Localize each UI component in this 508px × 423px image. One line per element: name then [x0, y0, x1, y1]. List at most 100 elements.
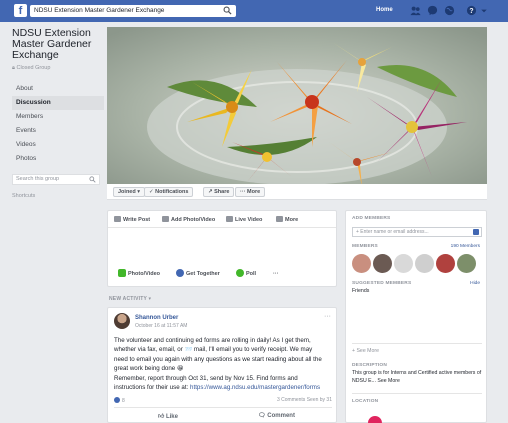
- joined-button[interactable]: Joined ▾: [113, 187, 146, 197]
- member-avatar[interactable]: [373, 254, 392, 273]
- member-avatar[interactable]: [415, 254, 434, 273]
- member-avatar[interactable]: [394, 254, 413, 273]
- search-input[interactable]: NDSU Extension Master Gardener Exchange: [30, 5, 236, 17]
- tab-live-video-label: Live Video: [235, 217, 263, 223]
- forms-link[interactable]: https://www.ag.ndsu.edu/mastergardener/f…: [190, 384, 320, 391]
- post-line: instructions for their use at: https://w…: [114, 383, 336, 392]
- suggested-type: Friends: [352, 288, 370, 294]
- get-together-label: Get Together: [186, 271, 220, 277]
- group-action-bar: Joined ▾ ✓ Notifications ↗ Share ··· Mor…: [107, 184, 487, 200]
- nav-item-about[interactable]: About: [12, 82, 104, 96]
- composer-divider: [108, 227, 336, 228]
- photo-video-button[interactable]: Photo/Video: [118, 268, 160, 280]
- left-sidebar: NDSU Extension Master Gardener Exchange …: [12, 28, 104, 199]
- search-icon[interactable]: [223, 6, 232, 15]
- like-count[interactable]: 8: [114, 397, 125, 404]
- nav-item-photos[interactable]: Photos: [12, 152, 104, 166]
- sidebar-divider: [352, 343, 482, 344]
- poll-button[interactable]: Poll: [236, 268, 256, 280]
- member-avatar[interactable]: [457, 254, 476, 273]
- group-privacy: 🔒︎ Closed Group: [12, 65, 104, 72]
- messenger-icon[interactable]: [427, 5, 438, 16]
- nav-item-members[interactable]: Members: [12, 110, 104, 124]
- tab-more-label: More: [285, 217, 299, 223]
- like-button[interactable]: 👍︎ Like: [158, 412, 178, 420]
- photo-video-label: Photo/Video: [128, 271, 160, 277]
- composer-more-button[interactable]: ···: [273, 268, 279, 280]
- group-nav: About Discussion Members Events Videos P…: [12, 82, 104, 166]
- group-privacy-label: Closed Group: [16, 65, 51, 71]
- location-heading: LOCATION: [352, 399, 379, 404]
- get-together-button[interactable]: Get Together: [176, 268, 220, 280]
- add-member-icon[interactable]: [473, 229, 479, 235]
- tab-write-post-label: Write Post: [123, 217, 151, 223]
- comment-button-label: Comment: [267, 413, 295, 419]
- nav-item-videos[interactable]: Videos: [12, 138, 104, 152]
- add-members-placeholder: + Enter name or email address...: [356, 229, 429, 235]
- like-reaction-icon: [114, 397, 120, 403]
- members-heading: MEMBERS: [352, 244, 378, 249]
- member-avatar[interactable]: [352, 254, 371, 273]
- tab-more[interactable]: More: [276, 216, 298, 223]
- post-timestamp[interactable]: October 16 at 11:57 AM: [135, 323, 187, 329]
- comments-seen-count[interactable]: 3 Comments Seen by 31: [277, 397, 332, 403]
- globe-icon[interactable]: [444, 5, 455, 16]
- post-instructions-text: instructions for their use at:: [114, 384, 189, 392]
- grid-icon: [276, 216, 283, 222]
- members-count-link[interactable]: 190 Members: [451, 244, 480, 249]
- nav-item-discussion[interactable]: Discussion: [12, 96, 104, 110]
- avatar[interactable]: [114, 313, 130, 329]
- share-button[interactable]: ↗ Share: [203, 187, 235, 197]
- photo-video-icon: [118, 269, 126, 277]
- tab-add-photo-video[interactable]: Add Photo/Video: [162, 216, 215, 223]
- suggested-members-heading: SUGGESTED MEMBERS: [352, 281, 412, 286]
- poll-label: Poll: [246, 271, 257, 277]
- post-line: need to email you again with any questio…: [114, 355, 322, 363]
- comment-button[interactable]: 🗨︎ Comment: [258, 412, 295, 419]
- poll-icon: [236, 269, 244, 277]
- group-search-placeholder: Search this group: [16, 176, 60, 182]
- hide-suggested-link[interactable]: Hide: [470, 281, 480, 286]
- dropdown-icon[interactable]: [480, 5, 488, 16]
- pencil-icon: [114, 216, 121, 222]
- tab-live-video[interactable]: Live Video: [226, 216, 262, 223]
- nav-item-events[interactable]: Events: [12, 124, 104, 138]
- lock-icon: 🔒︎: [12, 65, 15, 71]
- facebook-logo[interactable]: f: [14, 4, 27, 17]
- shortcuts-heading: Shortcuts: [12, 193, 36, 199]
- photo-icon: [162, 216, 169, 222]
- search-input-text: NDSU Extension Master Gardener Exchange: [34, 7, 165, 14]
- feed-sort-heading[interactable]: NEW ACTIVITY ▾: [109, 296, 151, 302]
- see-more-link[interactable]: + See More: [352, 348, 482, 356]
- thumbs-up-icon: 👍︎: [158, 414, 165, 420]
- post-composer[interactable]: Write Post Add Photo/Video Live Video Mo…: [107, 210, 337, 287]
- search-icon[interactable]: [89, 176, 96, 183]
- member-avatar[interactable]: [436, 254, 455, 273]
- cover-photo[interactable]: [107, 27, 487, 184]
- group-name[interactable]: NDSU Extension Master Gardener Exchange: [12, 28, 104, 61]
- friends-icon[interactable]: [410, 5, 421, 16]
- home-link[interactable]: Home: [376, 7, 393, 13]
- feed-post: Shannon Urber October 16 at 11:57 AM ···…: [107, 307, 337, 423]
- add-members-input[interactable]: + Enter name or email address...: [352, 227, 482, 237]
- tab-add-photo-video-label: Add Photo/Video: [171, 217, 216, 223]
- tab-write-post[interactable]: Write Post: [114, 216, 150, 223]
- notifications-button[interactable]: ✓ Notifications: [144, 187, 194, 197]
- more-button[interactable]: ··· More: [235, 187, 266, 197]
- help-icon[interactable]: ?: [466, 5, 477, 16]
- post-options-button[interactable]: ···: [324, 313, 331, 320]
- top-navigation-bar: f NDSU Extension Master Gardener Exchang…: [0, 0, 508, 22]
- svg-text:?: ?: [469, 8, 473, 15]
- post-author[interactable]: Shannon Urber: [135, 315, 178, 321]
- description-heading: DESCRIPTION: [352, 363, 387, 368]
- sidebar-divider: [352, 393, 482, 394]
- group-search-input[interactable]: Search this group: [12, 174, 100, 185]
- like-button-label: Like: [165, 414, 178, 420]
- flowers-cover-image: [107, 27, 487, 184]
- post-divider: [114, 407, 332, 408]
- post-line: The volunteer and continuing ed forms ar…: [114, 337, 311, 344]
- post-line: Remember, report through Oct 31, send by…: [114, 374, 298, 382]
- location-pin-icon[interactable]: [365, 413, 385, 423]
- right-sidebar: ADD MEMBERS + Enter name or email addres…: [345, 210, 487, 423]
- group-description: This group is for Interns and Certified …: [352, 370, 482, 384]
